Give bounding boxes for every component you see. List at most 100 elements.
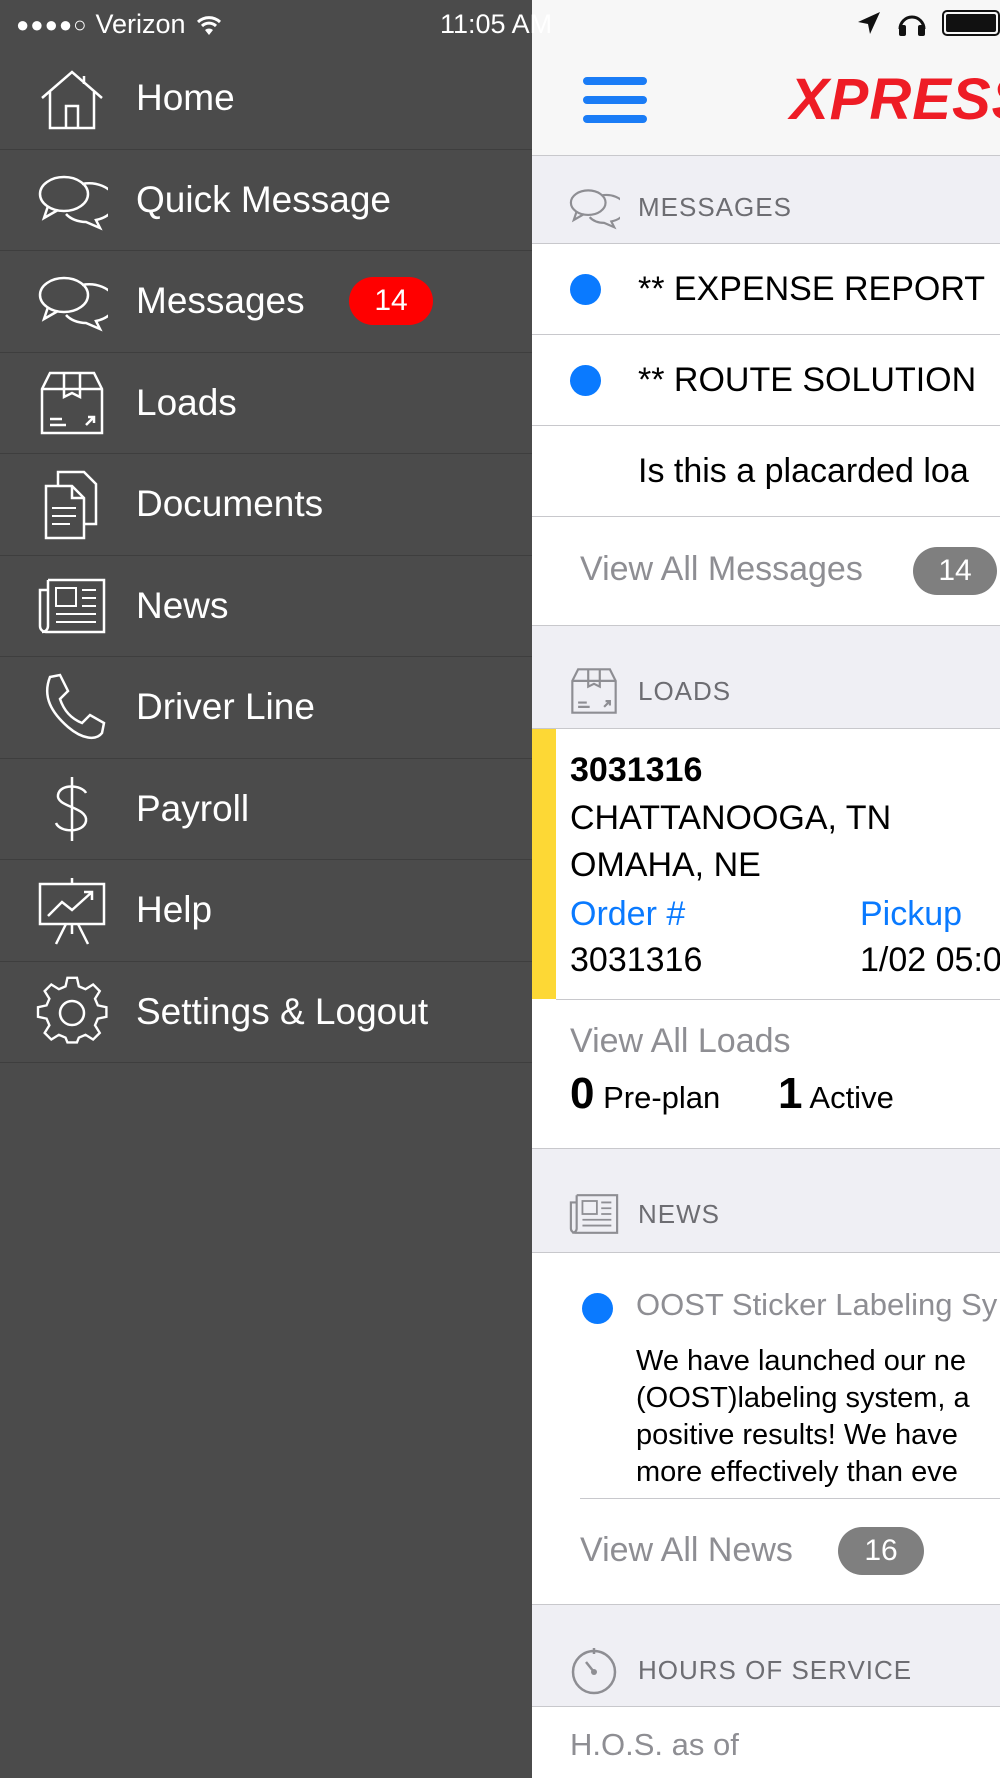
- menu-item-label: Payroll: [136, 787, 250, 829]
- message-row[interactable]: ** EXPENSE REPORT: [532, 244, 1000, 335]
- load-row[interactable]: 3031316 CHATTANOOGA, TN OMAHA, NE Order …: [532, 729, 1000, 999]
- news-body-line: (OOST)labeling system, a: [636, 1382, 970, 1414]
- menu-item-label: Loads: [136, 381, 237, 423]
- menu-item-news[interactable]: News: [0, 556, 532, 657]
- message-subject: ** ROUTE SOLUTION: [638, 361, 977, 399]
- news-card: OOST Sticker Labeling Sy We have launche…: [532, 1252, 1000, 1605]
- pickup-value: 1/02 05:0: [860, 941, 1000, 979]
- message-row[interactable]: Is this a placarded loa: [532, 426, 1000, 517]
- wifi-icon: [196, 15, 221, 35]
- menu-item-driver-line[interactable]: Driver Line: [0, 657, 532, 759]
- side-drawer: Home Quick Message Messages 14 Loads Doc…: [0, 0, 532, 1778]
- news-body-line: We have launched our ne: [636, 1345, 966, 1377]
- load-destination: OMAHA, NE: [570, 846, 761, 884]
- chat-bubbles-icon: [568, 181, 627, 233]
- home-icon: [36, 62, 108, 134]
- loads-section-header: LOADS: [532, 647, 1000, 735]
- unread-dot: [570, 274, 601, 305]
- message-subject: Is this a placarded loa: [638, 452, 969, 490]
- section-title: MESSAGES: [638, 191, 792, 222]
- hos-as-of: H.O.S. as of: [570, 1727, 739, 1762]
- headphones-icon: [898, 15, 926, 36]
- gear-icon: [36, 976, 108, 1048]
- pickup-label: Pickup: [860, 895, 963, 933]
- unread-dot: [582, 1293, 613, 1324]
- section-title: LOADS: [638, 675, 732, 706]
- presentation-chart-icon: [36, 874, 108, 946]
- menu-item-home[interactable]: Home: [0, 48, 532, 150]
- stopwatch-icon: [568, 1644, 620, 1696]
- box-icon: [568, 665, 620, 717]
- newspaper-icon: [568, 1188, 620, 1240]
- unread-dot: [570, 365, 601, 396]
- location-arrow-icon: [858, 12, 880, 34]
- view-all-loads-link[interactable]: View All Loads: [570, 1022, 791, 1061]
- unread-badge: 14: [349, 277, 433, 326]
- message-subject: ** EXPENSE REPORT: [638, 270, 986, 308]
- documents-icon: [36, 468, 108, 540]
- phone-icon: [36, 671, 108, 743]
- menu-item-label: Driver Line: [136, 686, 315, 728]
- view-all-label: View All News: [580, 1531, 793, 1569]
- box-icon: [36, 367, 108, 439]
- hos-section-header: HOURS OF SERVICE: [532, 1626, 1000, 1714]
- status-bar: ●●●●○ Verizon 11:05 AM: [0, 0, 1000, 48]
- battery-icon: [942, 10, 1000, 36]
- messages-section-header: MESSAGES: [532, 163, 1000, 251]
- active-label: Active: [809, 1080, 894, 1115]
- message-row[interactable]: ** ROUTE SOLUTION: [532, 335, 1000, 426]
- menu-item-documents[interactable]: Documents: [0, 454, 532, 556]
- menu-item-help[interactable]: Help: [0, 860, 532, 962]
- messages-card: ** EXPENSE REPORT ** ROUTE SOLUTION Is t…: [532, 243, 1000, 626]
- brand-logo: XPRESS: [790, 67, 1000, 132]
- chat-bubbles-icon: [36, 164, 108, 236]
- menu-item-payroll[interactable]: Payroll: [0, 759, 532, 860]
- signal-strength: ●●●●○: [16, 11, 88, 37]
- hos-card: H.O.S. as of: [532, 1706, 1000, 1778]
- chat-bubbles-icon: [36, 265, 108, 337]
- drawer-menu: Home Quick Message Messages 14 Loads Doc…: [0, 48, 532, 1063]
- menu-item-label: Quick Message: [136, 178, 391, 220]
- hamburger-menu-button[interactable]: [583, 77, 647, 125]
- news-title: OOST Sticker Labeling Sy: [636, 1287, 998, 1322]
- menu-item-label: Home: [136, 77, 235, 119]
- active-stat: 1 Active: [778, 1069, 894, 1119]
- preplan-label: Pre-plan: [603, 1080, 721, 1115]
- menu-item-quick-message[interactable]: Quick Message: [0, 150, 532, 251]
- preplan-stat: 0 Pre-plan: [570, 1069, 720, 1119]
- menu-item-loads[interactable]: Loads: [0, 353, 532, 454]
- load-origin: CHATTANOOGA, TN: [570, 799, 892, 837]
- newspaper-icon: [36, 570, 108, 642]
- carrier-name: Verizon: [95, 9, 186, 39]
- news-count-badge: 16: [838, 1527, 924, 1575]
- message-count-badge: 14: [913, 547, 997, 595]
- menu-item-label: Help: [136, 889, 213, 931]
- active-count: 1: [778, 1069, 803, 1118]
- section-title: NEWS: [638, 1198, 720, 1229]
- section-title: HOURS OF SERVICE: [638, 1654, 913, 1685]
- news-body: We have launched our ne (OOST)labeling s…: [636, 1343, 970, 1491]
- view-all-news-link[interactable]: View All News 16: [532, 1499, 1000, 1605]
- preplan-count: 0: [570, 1069, 595, 1118]
- menu-item-label: News: [136, 584, 229, 626]
- menu-item-label: Messages: [136, 280, 305, 322]
- loads-card: 3031316 CHATTANOOGA, TN OMAHA, NE Order …: [532, 728, 1000, 1149]
- clock: 11:05 AM: [440, 9, 553, 39]
- menu-item-settings-logout[interactable]: Settings & Logout: [0, 962, 532, 1063]
- order-label: Order #: [570, 895, 686, 933]
- view-all-label: View All Messages: [580, 550, 863, 588]
- main-panel: XPRESS MESSAGES ** EXPENSE REPORT ** ROU…: [532, 0, 1000, 1778]
- menu-item-label: Documents: [136, 483, 324, 525]
- news-section-header: NEWS: [532, 1170, 1000, 1258]
- load-number: 3031316: [570, 751, 703, 789]
- divider: [556, 999, 1000, 1000]
- menu-item-label: Settings & Logout: [136, 990, 429, 1032]
- dollar-icon: [36, 773, 108, 845]
- news-body-line: positive results! We have: [636, 1419, 958, 1451]
- news-body-line: more effectively than eve: [636, 1456, 958, 1488]
- load-status-bar: [532, 729, 556, 999]
- news-item[interactable]: OOST Sticker Labeling Sy We have launche…: [532, 1253, 1000, 1498]
- view-all-messages-link[interactable]: View All Messages 14: [532, 517, 1000, 625]
- order-value: 3031316: [570, 941, 703, 979]
- menu-item-messages[interactable]: Messages 14: [0, 251, 532, 353]
